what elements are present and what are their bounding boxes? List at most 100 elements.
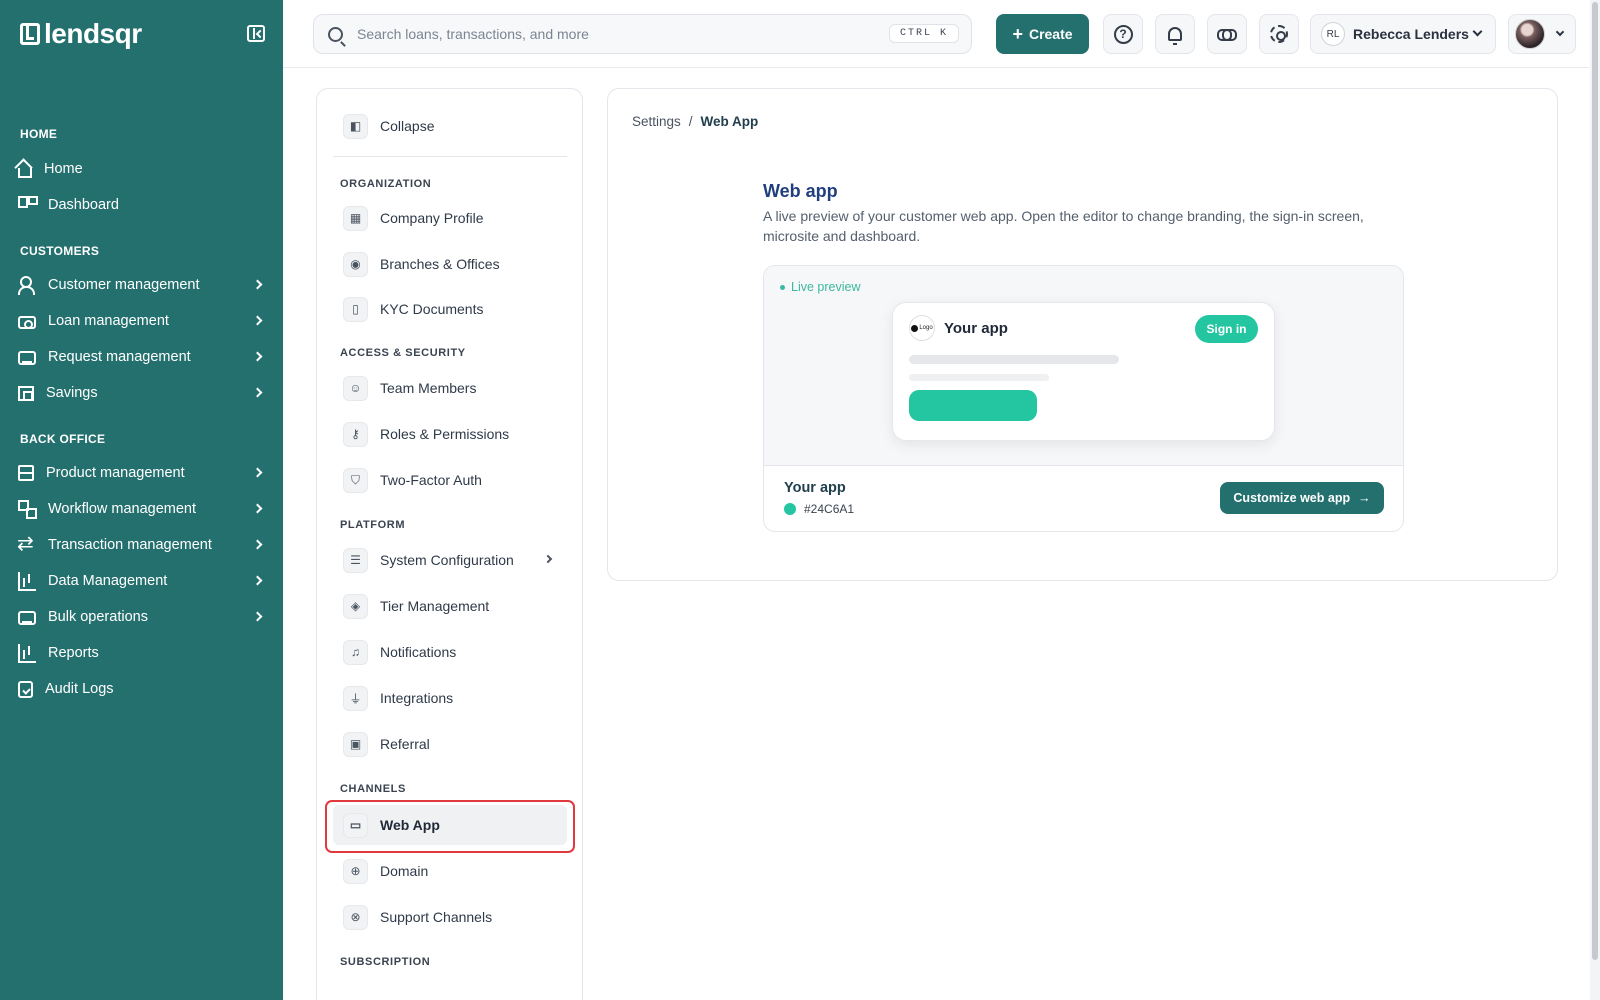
collapse-icon: ◧: [343, 113, 368, 139]
mock-primary-bar: [909, 390, 1037, 421]
bar-chart-icon: [18, 644, 36, 663]
link-icon: [1217, 29, 1237, 41]
workflow-icon: [18, 500, 37, 519]
mock-app-title: Your app: [944, 320, 1008, 337]
sidebar-item-audit-logs[interactable]: Audit Logs: [0, 671, 283, 707]
brand-logo[interactable]: lendsqr: [20, 18, 142, 50]
sidebar-item-label: Customer management: [48, 277, 200, 293]
settings-item-kyc-documents[interactable]: ▯ KYC Documents: [333, 289, 567, 329]
create-button[interactable]: + Create: [996, 14, 1089, 54]
sidebar-item-loan-management[interactable]: Loan management: [0, 303, 283, 339]
page-title: Web app: [763, 181, 838, 201]
page-description: A live preview of your customer web app.…: [763, 208, 1364, 244]
settings-nav-label: Team Members: [380, 380, 477, 396]
chevron-down-icon: [1472, 26, 1483, 37]
settings-item-branches[interactable]: ◉ Branches & Offices: [333, 244, 567, 284]
swap-icon: [17, 531, 36, 556]
sidebar-item-label: Dashboard: [48, 197, 119, 213]
sidebar-item-reports[interactable]: Reports: [0, 635, 283, 671]
organization-switcher[interactable]: RL Rebecca Lenders: [1310, 14, 1496, 54]
settings-button[interactable]: [1259, 14, 1299, 54]
settings-item-referral[interactable]: ▣ Referral: [333, 724, 567, 764]
chevron-right-icon: [543, 554, 553, 564]
links-button[interactable]: [1207, 14, 1247, 54]
settings-nav-label: Collapse: [380, 118, 435, 134]
brand-color-hex: #24C6A1: [804, 502, 855, 516]
global-search[interactable]: CTRL K: [313, 14, 972, 54]
settings-item-notifications[interactable]: ♫ Notifications: [333, 632, 567, 672]
sidebar-item-workflow-management[interactable]: Workflow management: [0, 491, 283, 527]
settings-item-roles-permissions[interactable]: ⚷ Roles & Permissions: [333, 414, 567, 454]
create-button-label: Create: [1028, 26, 1073, 42]
gear-icon: [1270, 25, 1288, 43]
settings-nav-label: Branches & Offices: [380, 256, 500, 272]
sidebar-item-bulk-operations[interactable]: Bulk operations: [0, 599, 283, 635]
search-icon: [328, 26, 343, 42]
bell-icon: ♫: [343, 639, 368, 665]
search-input[interactable]: [357, 26, 877, 42]
sidebar-item-label: Loan management: [48, 313, 169, 329]
top-bar: CTRL K + Create ? RL Rebecca Lenders: [283, 0, 1600, 68]
settings-section-subscription: SUBSCRIPTION: [340, 956, 431, 968]
customize-button-label: Customize web app: [1233, 491, 1351, 505]
app-mockup: Logo Your app Sign in: [892, 302, 1275, 441]
sidebar-item-data-management[interactable]: Data Management: [0, 563, 283, 599]
document-icon: ▯: [343, 296, 368, 322]
settings-item-tier-management[interactable]: ◈ Tier Management: [333, 586, 567, 626]
sidebar-item-customer-management[interactable]: Customer management: [0, 267, 283, 303]
sidebar-item-transaction-management[interactable]: Transaction management: [0, 527, 283, 563]
mock-logo: Logo: [909, 315, 935, 341]
inbox-icon: [18, 351, 36, 365]
settings-section-channels: CHANNELS: [340, 783, 406, 795]
shield-icon: ⛉: [343, 467, 368, 493]
scrollbar-thumb[interactable]: [1592, 2, 1598, 960]
brand-color: #24C6A1: [784, 502, 854, 516]
inbox-icon: [18, 611, 36, 625]
building-icon: ▦: [343, 205, 368, 231]
settings-nav-collapse[interactable]: ◧ Collapse: [333, 106, 567, 146]
settings-item-company-profile[interactable]: ▦ Company Profile: [333, 198, 567, 238]
settings-item-support-channels[interactable]: ⊗ Support Channels: [333, 897, 567, 937]
help-icon: ?: [1113, 24, 1133, 44]
live-preview-label: Live preview: [791, 280, 861, 294]
breadcrumb: Settings / Web App: [632, 114, 758, 129]
live-dot-icon: [780, 284, 785, 290]
profile-menu[interactable]: [1508, 14, 1576, 54]
settings-item-integrations[interactable]: ⏚ Integrations: [333, 678, 567, 718]
color-swatch: [784, 503, 796, 515]
breadcrumb-settings[interactable]: Settings: [632, 114, 681, 129]
sidebar-item-home[interactable]: Home: [0, 151, 283, 187]
mock-placeholder-line: [909, 374, 1049, 381]
brand-name: lendsqr: [44, 18, 142, 49]
sidebar-item-label: Product management: [46, 465, 185, 481]
settings-item-two-factor-auth[interactable]: ⛉ Two-Factor Auth: [333, 460, 567, 500]
settings-nav-label: Referral: [380, 736, 430, 752]
avatar: [1515, 19, 1545, 49]
sidebar-collapse-icon[interactable]: [247, 25, 265, 42]
sidebar-item-product-management[interactable]: Product management: [0, 455, 283, 491]
help-button[interactable]: ?: [1103, 14, 1143, 54]
settings-nav-label: Roles & Permissions: [380, 426, 510, 442]
keyboard-shortcut-badge: CTRL K: [888, 24, 959, 43]
user-name: Rebecca Lenders: [1353, 26, 1469, 42]
settings-item-domain[interactable]: ⊕ Domain: [333, 851, 567, 891]
sidebar-item-savings[interactable]: Savings: [0, 375, 283, 411]
settings-nav-label: KYC Documents: [380, 301, 484, 317]
sidebar-item-request-management[interactable]: Request management: [0, 339, 283, 375]
globe-icon: ⊕: [343, 858, 368, 884]
settings-item-team-members[interactable]: ☺ Team Members: [333, 368, 567, 408]
box-icon: [18, 465, 34, 481]
dashboard-icon: [18, 196, 38, 214]
sidebar-item-label: Workflow management: [48, 501, 197, 517]
notifications-button[interactable]: [1155, 14, 1195, 54]
lifebuoy-icon: ⊗: [343, 904, 368, 930]
sidebar-item-dashboard[interactable]: Dashboard: [0, 187, 283, 223]
gift-icon: ▣: [343, 731, 368, 757]
sidebar-item-label: Savings: [46, 385, 98, 401]
settings-nav-label: Two-Factor Auth: [380, 472, 482, 488]
customize-web-app-button[interactable]: Customize web app →: [1220, 482, 1384, 514]
chevron-right-icon: [252, 279, 263, 290]
settings-item-system-configuration[interactable]: ☰ System Configuration: [333, 540, 567, 580]
layers-icon: ◈: [343, 593, 368, 619]
chevron-right-icon: [252, 315, 263, 326]
